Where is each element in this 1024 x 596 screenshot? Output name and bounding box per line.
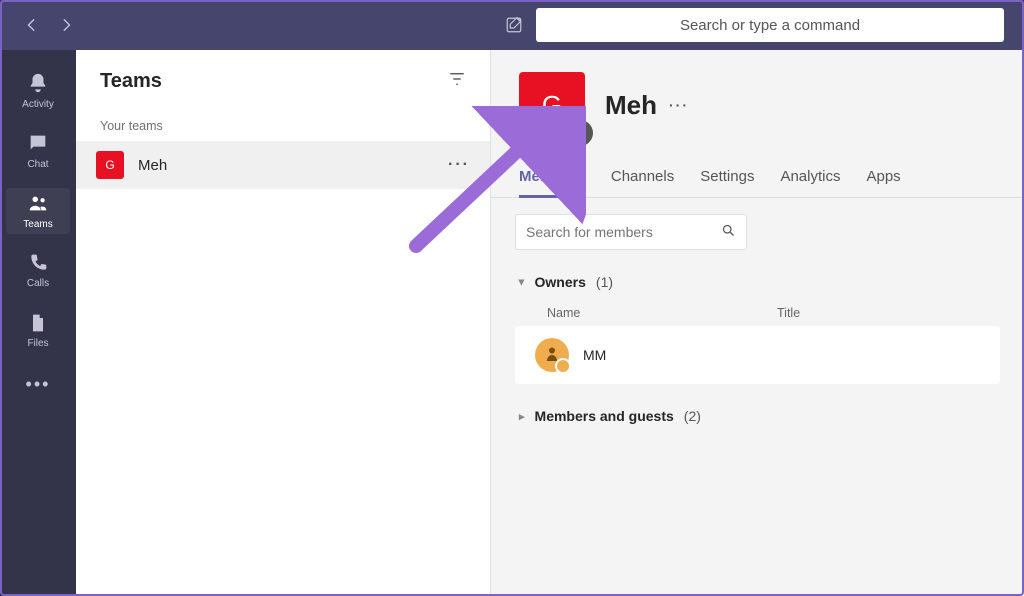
team-big-initial: G bbox=[542, 90, 562, 121]
chat-icon bbox=[27, 132, 49, 157]
member-row[interactable]: MM bbox=[515, 326, 1000, 384]
col-title: Title bbox=[777, 306, 1000, 320]
tab-analytics[interactable]: Analytics bbox=[780, 168, 840, 197]
member-search-input[interactable] bbox=[526, 224, 713, 240]
team-more-button[interactable]: ··· bbox=[448, 156, 470, 174]
rail-label: Files bbox=[27, 338, 48, 349]
tab-channels[interactable]: Channels bbox=[611, 168, 674, 197]
rail-label: Chat bbox=[27, 159, 48, 170]
rail-label: Activity bbox=[22, 99, 54, 110]
bell-icon bbox=[27, 72, 49, 97]
team-row[interactable]: G Meh ··· bbox=[76, 141, 490, 189]
rail-item-calls[interactable]: Calls bbox=[0, 244, 76, 298]
back-button[interactable] bbox=[18, 11, 46, 39]
group-members-guests: ▸ Members and guests (2) bbox=[515, 406, 1000, 426]
team-actions-button[interactable]: ··· bbox=[669, 97, 689, 113]
col-name: Name bbox=[547, 306, 777, 320]
nav-arrows bbox=[18, 11, 80, 39]
tab-settings[interactable]: Settings bbox=[700, 168, 754, 197]
group-members-guests-count: (2) bbox=[684, 408, 701, 424]
team-title-row: Meh ··· bbox=[605, 90, 689, 121]
team-title: Meh bbox=[605, 90, 657, 121]
member-avatar bbox=[535, 338, 569, 372]
more-icon: ••• bbox=[26, 374, 51, 395]
group-members-guests-header[interactable]: ▸ Members and guests (2) bbox=[515, 406, 1000, 426]
rail-label: Calls bbox=[27, 278, 49, 289]
search-bar[interactable]: Search or type a command bbox=[536, 8, 1004, 42]
rail-label: Teams bbox=[23, 219, 52, 230]
chevron-down-icon: ▸ bbox=[515, 279, 528, 285]
group-owners-count: (1) bbox=[596, 274, 613, 290]
group-owners-label: Owners bbox=[535, 274, 586, 290]
group-owners-header[interactable]: ▸ Owners (1) bbox=[515, 272, 1000, 292]
compose-button[interactable] bbox=[500, 11, 528, 39]
team-big-avatar: G bbox=[519, 72, 585, 138]
phone-icon bbox=[28, 253, 48, 276]
rail-item-activity[interactable]: Activity bbox=[0, 64, 76, 118]
tabs: Members Channels Settings Analytics Apps bbox=[491, 148, 1024, 198]
forward-button[interactable] bbox=[52, 11, 80, 39]
search-icon bbox=[721, 223, 736, 241]
group-owners: ▸ Owners (1) Name Title MM bbox=[515, 272, 1000, 384]
team-name: Meh bbox=[138, 157, 448, 174]
titlebar: Search or type a command bbox=[0, 0, 1024, 50]
tab-members[interactable]: Members bbox=[519, 168, 585, 198]
search-placeholder: Search or type a command bbox=[680, 17, 860, 34]
rail-item-teams[interactable]: Teams bbox=[0, 184, 76, 238]
team-header: G Meh ··· bbox=[491, 68, 1024, 148]
your-teams-label: Your teams bbox=[76, 107, 490, 141]
teams-list-title: Teams bbox=[100, 70, 162, 93]
app-rail: Activity Chat Teams Calls Files bbox=[0, 50, 76, 596]
member-name: MM bbox=[583, 347, 606, 363]
chevron-right-icon: ▸ bbox=[519, 410, 525, 423]
file-icon bbox=[28, 313, 48, 336]
rail-item-files[interactable]: Files bbox=[0, 304, 76, 358]
group-members-guests-label: Members and guests bbox=[535, 408, 674, 424]
edit-team-picture-button[interactable] bbox=[567, 120, 593, 146]
member-search[interactable] bbox=[515, 214, 747, 250]
members-body: ▸ Owners (1) Name Title MM ▸ bbox=[491, 198, 1024, 442]
filter-icon[interactable] bbox=[448, 70, 466, 93]
rail-item-chat[interactable]: Chat bbox=[0, 124, 76, 178]
main-panel: G Meh ··· Members Channels Settings Anal… bbox=[491, 50, 1024, 596]
teams-icon bbox=[27, 192, 49, 217]
columns-header: Name Title bbox=[515, 292, 1000, 326]
rail-item-more[interactable]: ••• bbox=[0, 364, 76, 404]
team-avatar: G bbox=[96, 151, 124, 179]
tab-apps[interactable]: Apps bbox=[866, 168, 900, 197]
teams-list-panel: Teams Your teams G Meh ··· bbox=[76, 50, 491, 596]
